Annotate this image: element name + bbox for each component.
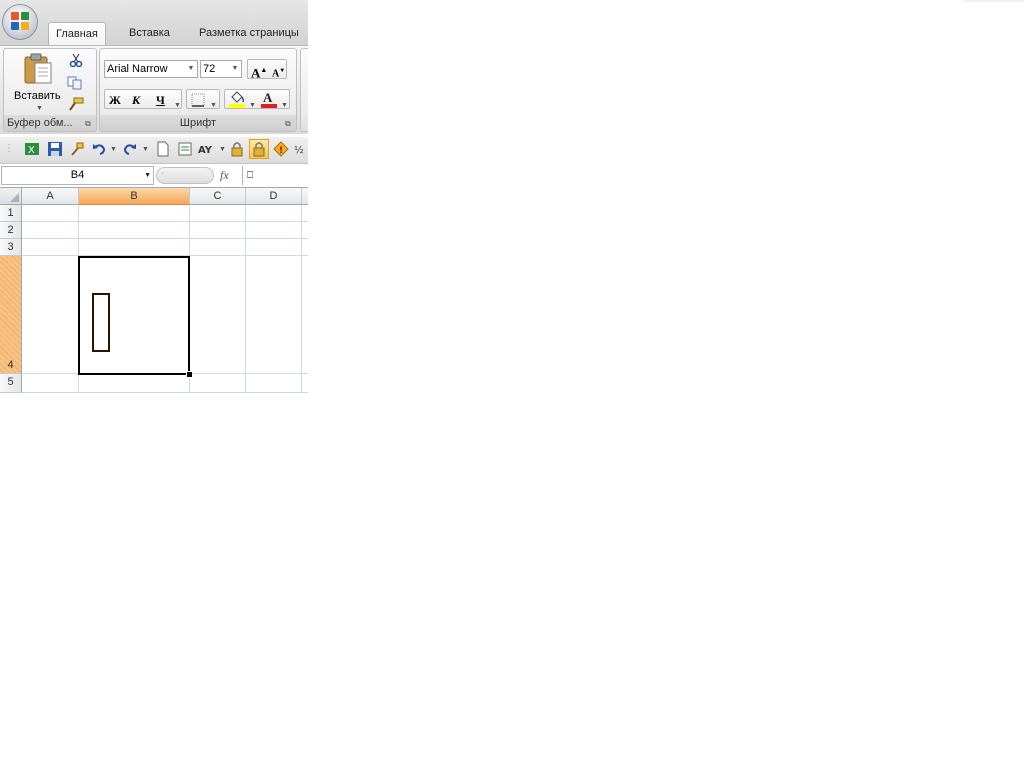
gridline: [301, 205, 302, 393]
insert-function-button[interactable]: fx: [220, 168, 229, 183]
protect-button-active[interactable]: [249, 139, 269, 159]
column-header-c[interactable]: C: [190, 188, 246, 205]
fill-color-bar: [229, 104, 245, 108]
borders-icon: [191, 93, 205, 107]
row-header-4[interactable]: 4: [0, 256, 22, 374]
font-group: Arial Narrow ▼ 72 ▼ A▲ A▼ Ж К Ч ▼ ▼ ▼ A …: [99, 48, 297, 132]
redo-icon[interactable]: [122, 141, 138, 157]
excel-window: Главная Вставка Разметка страницы Встави…: [0, 0, 308, 393]
row-header-1[interactable]: 1: [0, 205, 22, 222]
spelling-icon[interactable]: AY: [198, 141, 218, 157]
row-header-2[interactable]: 2: [0, 222, 22, 239]
grow-font-button[interactable]: A▲: [251, 60, 267, 83]
gridline: [22, 221, 308, 222]
excel-icon[interactable]: X: [24, 141, 40, 157]
underline-dropdown-icon[interactable]: ▼: [174, 96, 181, 116]
bold-button[interactable]: Ж: [109, 90, 121, 110]
lock-icon[interactable]: [229, 141, 245, 157]
formula-input[interactable]: ⎕: [242, 166, 308, 185]
underline-button[interactable]: Ч: [156, 90, 165, 110]
color-buttons: ▼ A ▼: [224, 89, 290, 109]
font-size-value: 72: [203, 63, 216, 75]
fill-color-dropdown-icon[interactable]: ▼: [249, 96, 256, 116]
ribbon-tab-bar: Главная Вставка Разметка страницы: [0, 0, 308, 46]
font-color-dropdown-icon[interactable]: ▼: [281, 96, 288, 116]
row-header-5[interactable]: 5: [0, 374, 22, 393]
formula-bar-splitter[interactable]: ◦: [156, 167, 214, 184]
brush-icon[interactable]: [69, 141, 85, 157]
name-box[interactable]: B4 ▼: [1, 166, 154, 185]
alignment-group-partial: [300, 48, 308, 132]
clipboard-group: Вставить ▼ Буфер обм... ⧉: [3, 48, 97, 132]
font-family-combo[interactable]: Arial Narrow ▼: [104, 60, 198, 78]
svg-text:!: !: [279, 146, 283, 156]
quick-access-toolbar: ⋮ X ▼ ▼ AY ▼ ! ½: [0, 137, 308, 164]
protect-lock-icon: [253, 142, 265, 157]
tab-insert[interactable]: Вставка: [122, 22, 177, 45]
row-header-3[interactable]: 3: [0, 239, 22, 256]
tab-home[interactable]: Главная: [48, 22, 106, 46]
clipboard-group-label: Буфер обм...: [4, 115, 96, 131]
column-header-a[interactable]: A: [22, 188, 79, 205]
fill-handle[interactable]: [186, 371, 193, 378]
font-launcher-icon[interactable]: ⧉: [285, 119, 294, 128]
cell-b4-content-glyph: [92, 293, 110, 352]
form-icon[interactable]: [177, 141, 193, 157]
paste-dropdown-arrow-icon: ▼: [36, 105, 43, 112]
warning-icon[interactable]: !: [273, 141, 289, 157]
font-size-buttons: A▲ A▼: [247, 59, 287, 80]
office-logo-icon: [11, 12, 31, 32]
column-header-e-partial[interactable]: [302, 188, 308, 205]
gridline: [245, 205, 246, 393]
borders-dropdown-icon[interactable]: ▼: [210, 96, 217, 116]
svg-text:½: ½: [294, 144, 304, 156]
fill-color-button[interactable]: [228, 91, 248, 109]
save-icon[interactable]: [47, 141, 63, 157]
gridline: [22, 238, 308, 239]
name-box-value: B4: [70, 169, 85, 181]
paste-icon: [24, 53, 52, 84]
spelling-dropdown-icon[interactable]: ▼: [219, 146, 226, 153]
fill-bucket-icon: [231, 91, 245, 103]
formula-bar: B4 ▼ ◦ fx ⎕: [0, 164, 308, 188]
svg-text:AY: AY: [198, 145, 213, 156]
font-group-label: Шрифт: [100, 115, 296, 131]
format-painter-icon[interactable]: [68, 97, 84, 111]
gridline: [22, 392, 308, 393]
font-style-buttons: Ж К Ч ▼: [104, 89, 182, 109]
undo-dropdown-icon[interactable]: ▼: [110, 146, 117, 153]
numbering-icon[interactable]: ½: [294, 141, 308, 157]
office-button[interactable]: [2, 4, 38, 40]
undo-icon[interactable]: [91, 141, 107, 157]
paste-label: Вставить: [14, 90, 61, 102]
screen-edge-artifact: [964, 0, 1024, 2]
font-size-dropdown-icon[interactable]: ▼: [229, 61, 241, 77]
toolbar-grip-icon: ⋮: [4, 143, 14, 154]
font-color-bar: [261, 104, 277, 108]
font-size-combo[interactable]: 72 ▼: [200, 60, 242, 78]
font-family-value: Arial Narrow: [107, 63, 168, 75]
italic-button[interactable]: К: [132, 90, 140, 110]
copy-icon[interactable]: [67, 76, 83, 90]
svg-text:X: X: [28, 145, 35, 156]
font-family-dropdown-icon[interactable]: ▼: [185, 61, 197, 77]
column-header-b[interactable]: B: [79, 188, 190, 205]
borders-button[interactable]: ▼: [186, 89, 220, 109]
new-document-icon[interactable]: [155, 141, 171, 157]
shrink-font-button[interactable]: A▼: [272, 61, 285, 84]
paste-button[interactable]: Вставить ▼: [8, 51, 64, 113]
redo-dropdown-icon[interactable]: ▼: [142, 146, 149, 153]
name-box-dropdown-icon[interactable]: ▼: [144, 167, 151, 184]
font-color-button[interactable]: A: [260, 90, 278, 109]
splitter-grip-icon: ◦: [161, 168, 165, 178]
clipboard-launcher-icon[interactable]: ⧉: [85, 119, 94, 128]
column-header-d[interactable]: D: [246, 188, 302, 205]
ribbon-home: Вставить ▼ Буфер обм... ⧉ Arial Narrow ▼…: [0, 45, 308, 134]
cut-icon[interactable]: [69, 53, 83, 67]
select-all-button[interactable]: [0, 188, 22, 205]
tab-page-layout[interactable]: Разметка страницы: [192, 22, 306, 45]
